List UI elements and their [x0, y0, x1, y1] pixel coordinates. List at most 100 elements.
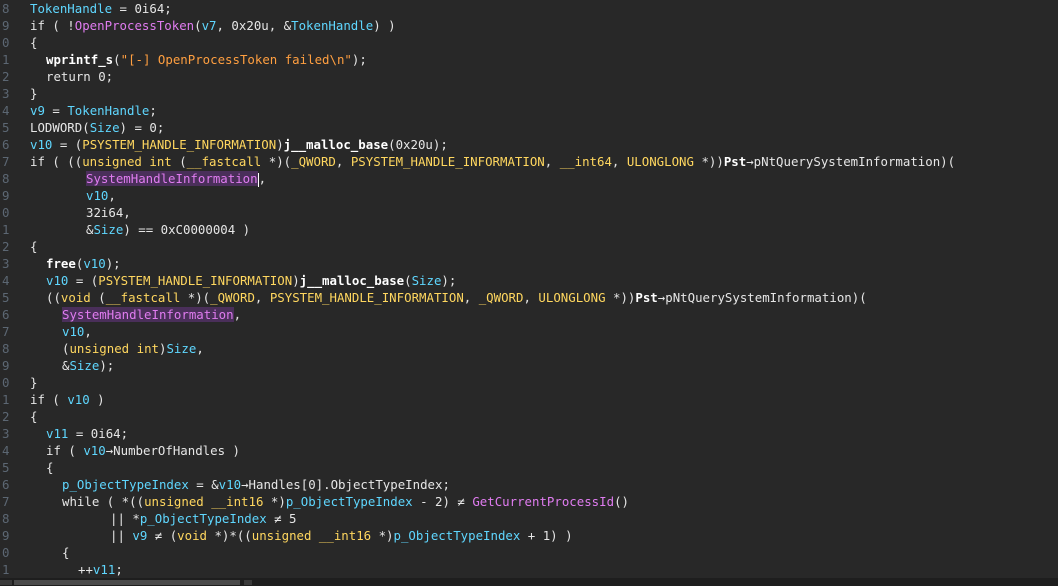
code-token[interactable]: _QWORD — [291, 154, 336, 169]
code-line[interactable]: 0{ — [0, 544, 1058, 561]
code-text[interactable]: &Size) == 0xC0000004 ) — [86, 221, 250, 238]
code-text[interactable]: &Size); — [62, 357, 114, 374]
code-token[interactable]: PSYSTEM_HANDLE_INFORMATION — [270, 290, 464, 305]
code-token[interactable]: Size — [69, 358, 99, 373]
code-line[interactable]: 3 v11 = 0i64; — [0, 425, 1058, 442]
code-token[interactable]: p_ObjectTypeIndex — [286, 494, 413, 509]
code-text[interactable]: { — [30, 408, 37, 425]
code-text[interactable]: v10 = (PSYSTEM_HANDLE_INFORMATION)j__mal… — [30, 136, 448, 153]
code-token[interactable]: v10 — [62, 324, 84, 339]
code-token[interactable]: v10 — [83, 443, 105, 458]
code-line[interactable]: 1 &Size) == 0xC0000004 ) — [0, 221, 1058, 238]
code-text[interactable]: { — [30, 34, 37, 51]
code-token[interactable]: __fastcall — [187, 154, 262, 169]
code-token[interactable]: p_ObjectTypeIndex — [394, 528, 521, 543]
code-line[interactable]: 1 if ( v10 ) — [0, 391, 1058, 408]
code-line[interactable]: 5 ((void (__fastcall *)(_QWORD, PSYSTEM_H… — [0, 289, 1058, 306]
code-text[interactable]: } — [30, 374, 37, 391]
code-token[interactable]: PSYSTEM_HANDLE_INFORMATION — [82, 137, 276, 152]
scrollbar-thumb[interactable] — [14, 580, 240, 585]
code-token[interactable]: TokenHandle — [30, 1, 112, 16]
code-line[interactable]: 5{ — [0, 459, 1058, 476]
code-token[interactable]: v10 — [30, 137, 52, 152]
code-token[interactable]: GetCurrentProcessId — [472, 494, 614, 509]
code-text[interactable]: if ( v10→NumberOfHandles ) — [46, 442, 240, 459]
code-text[interactable]: v9 = TokenHandle; — [30, 102, 157, 119]
code-text[interactable]: SystemHandleInformation, — [86, 170, 266, 187]
code-line[interactable]: 6 p_ObjectTypeIndex = &v10→Handles[0].Obj… — [0, 476, 1058, 493]
code-token[interactable]: Size — [90, 120, 120, 135]
code-text[interactable]: wprintf_s("[-] OpenProcessToken failed\n… — [46, 51, 367, 68]
code-token[interactable]: PSYSTEM_HANDLE_INFORMATION — [98, 273, 292, 288]
code-token[interactable]: Size — [412, 273, 442, 288]
scroll-left-segment[interactable] — [0, 580, 12, 585]
code-text[interactable]: if ( !OpenProcessToken(v7, 0x20u, &Token… — [30, 17, 396, 34]
code-text[interactable]: 32i64, — [86, 204, 131, 221]
code-token[interactable]: v9 — [132, 528, 147, 543]
code-token[interactable]: v10 — [46, 273, 68, 288]
code-text[interactable]: if ( v10 ) — [30, 391, 105, 408]
code-token[interactable]: OpenProcessToken — [75, 18, 194, 33]
code-line[interactable]: 9 &Size); — [0, 357, 1058, 374]
code-line[interactable]: 8 || *p_ObjectTypeIndex ≠ 5 — [0, 510, 1058, 527]
code-line[interactable]: 9 || v9 ≠ (void *)*((unsigned __int16 *)p… — [0, 527, 1058, 544]
code-token[interactable]: _QWORD — [479, 290, 524, 305]
code-text[interactable]: || *p_ObjectTypeIndex ≠ 5 — [110, 510, 297, 527]
code-line[interactable]: 1 wprintf_s("[-] OpenProcessToken failed\… — [0, 51, 1058, 68]
code-text[interactable]: SystemHandleInformation, — [62, 306, 241, 323]
code-line[interactable]: 2{ — [0, 408, 1058, 425]
code-line[interactable]: 7 if ( ((unsigned int (__fastcall *)(_QWO… — [0, 153, 1058, 170]
code-line[interactable]: 3} — [0, 85, 1058, 102]
code-token[interactable]: v10 — [219, 477, 241, 492]
code-token[interactable]: p_ObjectTypeIndex — [140, 511, 267, 526]
code-text[interactable]: { — [30, 238, 37, 255]
code-text[interactable]: p_ObjectTypeIndex = &v10→Handles[0].Obje… — [62, 476, 450, 493]
code-token[interactable]: SystemHandleInformation — [86, 171, 258, 186]
code-text[interactable]: || v9 ≠ (void *)*((unsigned __int16 *)p_… — [110, 527, 573, 544]
code-token[interactable]: v10 — [67, 392, 89, 407]
code-text[interactable]: } — [30, 85, 37, 102]
code-line[interactable]: 2 return 0; — [0, 68, 1058, 85]
code-token[interactable]: p_ObjectTypeIndex — [62, 477, 189, 492]
code-line[interactable]: 9 v10, — [0, 187, 1058, 204]
code-text[interactable]: v10, — [86, 187, 116, 204]
code-token[interactable]: v11 — [93, 562, 115, 577]
code-token[interactable]: j__malloc_base — [300, 273, 404, 288]
code-token[interactable]: free — [46, 256, 76, 271]
code-token[interactable]: ULONGLONG — [538, 290, 605, 305]
code-line[interactable]: 3 free(v10); — [0, 255, 1058, 272]
code-token[interactable]: unsigned int — [82, 154, 172, 169]
code-token[interactable]: Size — [166, 341, 196, 356]
code-text[interactable]: LODWORD(Size) = 0; — [30, 119, 164, 136]
code-token[interactable]: TokenHandle — [67, 103, 149, 118]
code-token[interactable]: v11 — [46, 426, 68, 441]
code-token[interactable]: v10 — [83, 256, 105, 271]
code-token[interactable]: v9 — [30, 103, 45, 118]
code-text[interactable]: v10 = (PSYSTEM_HANDLE_INFORMATION)j__mal… — [46, 272, 456, 289]
code-line[interactable]: 8 SystemHandleInformation, — [0, 170, 1058, 187]
code-token[interactable]: PSYSTEM_HANDLE_INFORMATION — [351, 154, 545, 169]
code-line[interactable]: 6 v10 = (PSYSTEM_HANDLE_INFORMATION)j__ma… — [0, 136, 1058, 153]
code-token[interactable]: TokenHandle — [291, 18, 373, 33]
code-text[interactable]: ((void (__fastcall *)(_QWORD, PSYSTEM_HA… — [46, 289, 867, 306]
code-line[interactable]: 4 v10 = (PSYSTEM_HANDLE_INFORMATION)j__ma… — [0, 272, 1058, 289]
code-text[interactable]: ++v11; — [78, 561, 123, 578]
code-token[interactable]: Size — [93, 222, 123, 237]
code-text[interactable]: TokenHandle = 0i64; — [30, 0, 172, 17]
code-token[interactable]: wprintf_s — [46, 52, 113, 67]
code-text[interactable]: (unsigned int)Size, — [62, 340, 204, 357]
code-token[interactable]: _QWORD — [210, 290, 255, 305]
code-text[interactable]: while ( *((unsigned __int16 *)p_ObjectTy… — [62, 493, 629, 510]
code-line[interactable]: 7 v10, — [0, 323, 1058, 340]
code-token[interactable]: unsigned __int16 — [252, 528, 371, 543]
code-token[interactable]: unsigned __int16 — [144, 494, 263, 509]
code-line[interactable]: 8 (unsigned int)Size, — [0, 340, 1058, 357]
code-token[interactable]: __int64 — [560, 154, 612, 169]
code-line[interactable]: 0} — [0, 374, 1058, 391]
code-text[interactable]: { — [46, 459, 53, 476]
code-token[interactable]: ULONGLONG — [627, 154, 694, 169]
code-line[interactable]: 0{ — [0, 34, 1058, 51]
code-line[interactable]: 6 SystemHandleInformation, — [0, 306, 1058, 323]
code-token[interactable]: __fastcall — [106, 290, 181, 305]
code-line[interactable]: 1 ++v11; — [0, 561, 1058, 578]
